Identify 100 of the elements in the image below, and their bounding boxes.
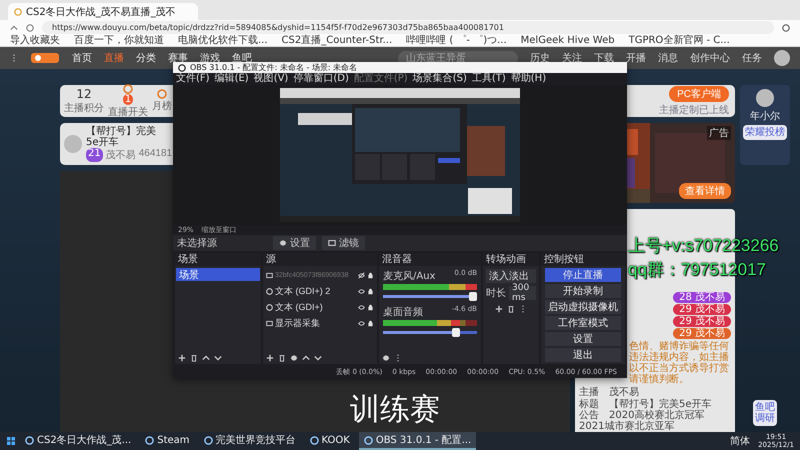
bookmark-link[interactable]: TGPRO全新官网 - C... [628,35,730,46]
stat-label: 直播开关 [108,106,148,118]
trash-icon [190,354,198,362]
scene-item[interactable]: 场景 [176,268,260,281]
info-text: 主播 茂不易 [579,388,640,398]
source-item[interactable]: 文本 (GDI+) 2 [264,284,376,299]
site-icon [14,8,22,16]
note-text: 主播定制已上线 [659,104,729,116]
control-button[interactable]: 停止直播 [545,268,621,282]
control-button[interactable]: 退出 [545,348,621,362]
streamer-avatar [64,135,82,153]
nav-tool-link[interactable]: 任务 [742,51,762,65]
stat-value: 12 [76,87,92,101]
taskbar-app[interactable]: OBS 31.0.1 - 配置... [358,432,476,450]
eye-off-icon [358,272,365,279]
bookmark-link[interactable]: 百度一下，你就知道 [74,35,164,46]
taskbar-app[interactable]: Steam [140,432,195,450]
user-avatar[interactable] [774,50,790,66]
up-icon [202,354,210,362]
app-icon [364,436,373,444]
dock-title: 控制按钮 [541,252,625,266]
app-icon [204,436,213,444]
gear-icon [382,354,390,362]
gift-badge: 28 茂不易 [673,292,731,303]
notification-badge: 1 [122,94,134,104]
lock-icon [367,272,374,279]
window-title: OBS 31.0.1 - 配置文件: 未命名 - 场景: 未命名 [190,62,358,72]
lock-icon [367,320,374,327]
dock-title: 场景 [175,252,261,266]
menu-item[interactable]: 场景集合(S) [412,73,467,86]
bookmark-link[interactable]: 导入收藏夹 [10,35,60,46]
nav-link[interactable]: 赛事 [168,51,188,65]
app-icon [310,436,319,444]
windows-icon [6,436,16,446]
bookmark-link[interactable]: 哔哩哔哩 ( ゜- ゜)つ... [406,35,507,46]
menu-item[interactable]: 视图(V) [254,73,288,86]
monitor-icon [266,320,273,327]
menu-item[interactable]: 工具(T) [472,73,506,86]
source-item[interactable]: 文本 (GDI+) [264,300,376,315]
gear-icon [290,354,298,362]
channel-name: 麦克风/Aux [383,270,436,283]
nav-tool-link[interactable]: 开播 [626,51,646,65]
eye-icon [358,288,365,295]
nav-link[interactable]: 分类 [136,51,156,65]
volume-slider[interactable] [383,294,477,298]
volume-slider[interactable] [383,330,477,334]
menu-item[interactable]: 帮助(H) [510,73,546,86]
dock-title: 混音器 [379,252,481,266]
bookmark-link[interactable]: CS2直播_Counter-Str... [282,35,392,46]
menu-item[interactable]: 停靠窗口(D) [293,73,349,86]
nav-link[interactable]: 鱼吧 [232,51,252,65]
gift-badge: 29 茂不易 [673,328,731,339]
gift-badge: 29 茂不易 [673,304,731,315]
control-button[interactable]: 开始录制 [545,284,621,298]
survey-button[interactable]: 鱼吧调研 [753,400,777,426]
ad-tag: 广告 [707,126,731,140]
channel-name: 桌面音频 [383,306,423,319]
stat-label: 主播积分 [64,102,104,115]
trash-icon [278,354,286,362]
stat-icon [123,84,133,94]
source-toolbar-button[interactable]: 滤镜 [322,236,365,250]
nav-tool-link[interactable]: 下载 [594,51,614,65]
source-item[interactable]: 显示器采集 [264,316,376,331]
transition-select[interactable]: 淡入淡出 [486,268,536,283]
award-avatar [756,89,774,107]
nav-link[interactable]: 首页 [72,51,92,65]
control-button[interactable]: 工作室模式 [545,316,621,330]
bookmark-link[interactable]: 电脑优化软件下载... [178,35,268,46]
bookmark-link[interactable]: MelGeek Hive Web [520,35,615,46]
down-icon [314,354,322,362]
level-badge: 21 [86,148,103,162]
menu-item[interactable]: 编辑(E) [214,73,249,86]
award-button[interactable]: 荣耀投榜 [743,125,787,140]
app-icon [25,436,34,444]
nav-tool-link[interactable]: 创作中心 [690,51,730,65]
nav-link[interactable]: 游戏 [200,51,220,65]
add-icon [495,304,503,313]
award-name: 年小尔 [750,110,780,123]
taskbar-app[interactable]: 完美世界竞技平台 [198,432,301,450]
taskbar-app[interactable]: CS2冬日大作战_茂... [20,432,136,450]
down-icon [214,354,222,362]
browser-tab[interactable]: CS2冬日大作战_茂不易直播_茂不 [8,3,198,20]
dock-title: 转场动画 [483,252,539,266]
source-toolbar-button[interactable]: 设置 [273,236,316,250]
address-field[interactable]: https://www.douyu.com/beta/topic/drdzz?rid=5894085&dyshid=1154f5f-f70d2e967303d75ba865baa400081701 [42,21,774,34]
duration-field[interactable]: 300 ms [509,286,536,300]
info-text: 标题 【帮打号】完美5e开车 [579,400,713,410]
eye-icon [358,320,365,327]
nav-tool-link[interactable]: 关注 [562,51,582,65]
add-icon [266,354,274,362]
input-language[interactable]: 简体 [730,434,750,448]
logo-icon[interactable] [30,51,60,65]
control-button[interactable]: 启动虚拟摄像机 [545,300,621,314]
no-source-label: 未选择源 [177,236,218,250]
taskbar-app[interactable]: KOOK [304,432,355,450]
control-button[interactable]: 设置 [545,332,621,346]
stream-title: 【帮打号】完美5e开车 [86,126,157,148]
dock-title: 源 [263,252,377,266]
nav-tool-link[interactable]: 消息 [658,51,678,65]
menu-item[interactable]: 文件(F) [176,73,210,86]
